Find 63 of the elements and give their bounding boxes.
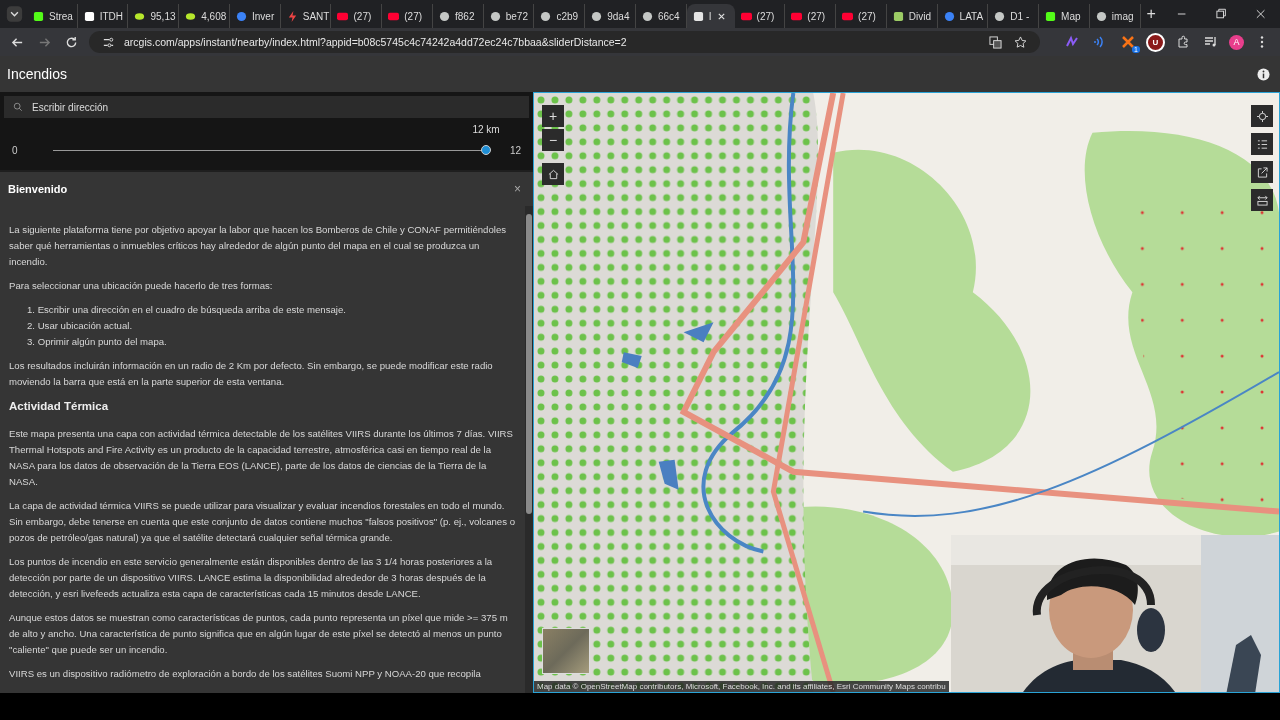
paragraph: Aunque estos datos se muestran como características de puntos, cada punto representa un píxel que mide >= 375 m de alto y ancho. Una característica de punto significa que en algún lugar de este píxel se detectó al menos un punto "caliente" que puede ser un incendio. <box>9 611 509 657</box>
favicon-icon <box>286 10 298 22</box>
address-bar[interactable]: arcgis.com/apps/instant/nearby/index.html?appid=b08c5745c4c74242a4dd72ec24c7bbaa&sliderDistance=2 <box>89 31 1040 53</box>
app-title: Incendios <box>7 66 67 82</box>
star-icon[interactable] <box>1014 35 1027 49</box>
favicon-icon <box>943 10 955 22</box>
slider-max-label: 12 <box>508 144 521 156</box>
extension-icon[interactable] <box>1121 35 1135 49</box>
translate-icon[interactable] <box>989 35 1002 49</box>
paragraph: VIIRS es un dispositivo radiómetro de exploración a bordo de los satélites Suomi NPP y NOAA-20 que recopila <box>9 667 482 681</box>
favicon-icon <box>134 10 146 22</box>
favicon-icon <box>591 10 603 22</box>
close-button[interactable]: × <box>512 182 523 196</box>
favicon-icon <box>388 10 400 22</box>
info-icon[interactable] <box>1257 67 1270 81</box>
favicon-icon <box>791 10 803 22</box>
slider-value-label: 12 km <box>472 124 500 135</box>
panel-title: Bienvenido <box>8 183 68 195</box>
close-icon[interactable] <box>716 11 726 21</box>
media-icon[interactable] <box>1204 35 1218 49</box>
favicon-icon <box>185 10 197 22</box>
favicon-icon <box>842 10 854 22</box>
favicon-icon <box>489 10 501 22</box>
list-item: 2. Usar ubicación actual. <box>27 319 134 333</box>
paragraph: Este mapa presenta una capa con actividad térmica detectable de los satélites VIIRS durante los últimos 7 días. VIIRS Thermal Hotspots and Fire Activity es un producto de la capacidad terrestre, atmosférica casi en tiempo real de la NASA para los datos de observación de la Tierra EOS (LANCE), parte de los datos de ciencias de la Tierra de la NASA. <box>9 427 514 489</box>
scrollbar-thumb[interactable] <box>526 214 532 514</box>
paragraph: La capa de actividad térmica VIIRS se puede utilizar para visualizar y evaluar incendios forestales en todo el mundo. Sin embargo, debe tenerse en cuenta que este conjunto de datos contiene muchos "falsos positivos" (p. ej., volcanes o pozos de petróleo/gas natural) ya que el satélite detectará cualquier señal térmica grande. <box>9 499 515 545</box>
favicon-icon <box>439 10 450 22</box>
close-icon[interactable] <box>1254 8 1266 20</box>
slider-min-label: 0 <box>12 144 19 156</box>
restore-icon[interactable] <box>1215 8 1227 20</box>
paragraph: Los puntos de incendio en este servicio generalmente están disponibles dentro de las 3 1/4 horas posteriores a la detección por parte de un dispositivo VIIRS. LANCE estima la disponibilidad alrededor de 3 horas después de la detección, y esri livefeeds actualiza esta capa de características cada 15 minutos desde LANCE. <box>9 555 494 601</box>
list-item: 3. Oprimir algún punto del mapa. <box>27 335 168 349</box>
site-settings-icon[interactable] <box>102 35 115 49</box>
slider-thumb[interactable] <box>481 144 491 155</box>
reload-icon[interactable] <box>65 35 78 49</box>
paragraph: Los resultados incluirán información en un radio de 2 Km por defecto. Sin embargo, se puede modificar este radio moviendo la barra que está en la parte superior de esta ventana. <box>9 359 494 389</box>
favicon-icon <box>337 10 349 22</box>
favicon-icon <box>540 10 552 22</box>
paragraph: La siguiente plataforma tiene por objetivo apoyar la labor que hacen los Bomberos de Chile y CONAF permitiéndoles saber qué herramientas o inmuebles críticos hay alrededor de algún punto del mapa en el cual se produzca un incendio. <box>9 223 508 269</box>
favicon-icon <box>83 10 95 22</box>
favicon-icon <box>692 10 704 22</box>
favicon-icon <box>892 10 904 22</box>
search-icon <box>13 102 23 112</box>
favicon-icon <box>1095 10 1107 22</box>
new-tab-button[interactable]: + <box>1140 5 1162 23</box>
favicon-icon <box>33 10 44 22</box>
extension-button[interactable]: U <box>1146 32 1165 52</box>
section-heading: Actividad Térmica <box>9 400 110 412</box>
search-field[interactable]: Escribir dirección <box>4 96 529 118</box>
profile-avatar[interactable]: A <box>1229 34 1244 50</box>
favicon-icon <box>994 10 1006 22</box>
favicon-icon <box>740 10 752 22</box>
tab-search-icon[interactable] <box>6 5 23 23</box>
extension-icon[interactable] <box>1065 35 1079 49</box>
favicon-icon <box>1045 10 1057 22</box>
puzzle-icon[interactable] <box>1176 35 1190 49</box>
browser-tab[interactable]: I <box>686 4 735 28</box>
list-item: 1. Escribir una dirección en el cuadro de búsqueda arriba de este mensaje. <box>27 303 347 317</box>
favicon-icon <box>236 10 247 22</box>
favicon-icon <box>642 10 653 22</box>
paragraph: Para seleccionar una ubicación puede hacerlo de tres formas: <box>9 279 274 293</box>
url-text: arcgis.com/apps/instant/nearby/index.html?appid=b08c5745c4c74242a4dd72ec24c7bbaa&sliderDistance=2 <box>124 36 627 48</box>
